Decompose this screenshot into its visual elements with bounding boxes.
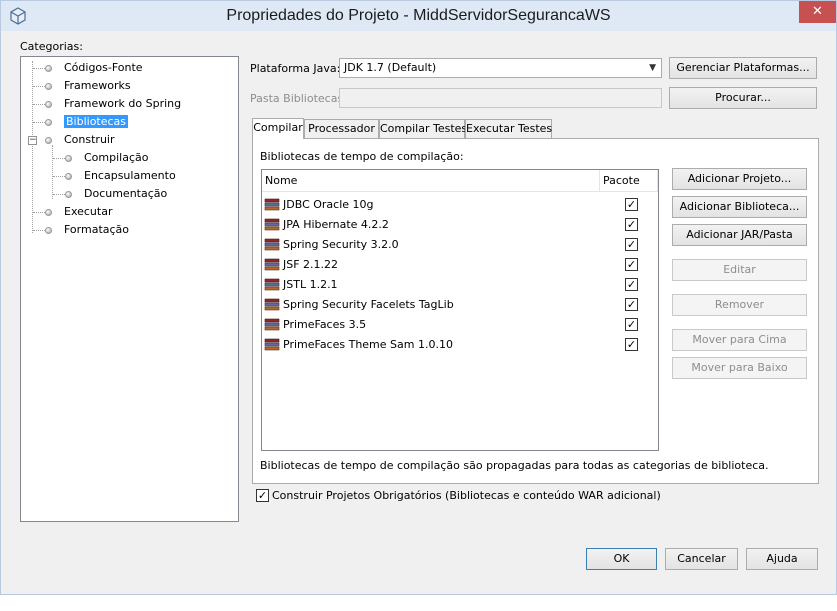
tree-connector [33, 230, 45, 231]
add-library-button[interactable]: Adicionar Biblioteca... [672, 196, 807, 218]
tab-compilar-testes[interactable]: Compilar Testes [379, 119, 467, 138]
table-row[interactable]: Spring Security 3.2.0 ✓ [263, 235, 657, 255]
libfolder-input[interactable] [339, 88, 662, 108]
library-name: Spring Security Facelets TagLib [283, 298, 454, 311]
tree-item-codigos-fonte[interactable]: Códigos-Fonte [45, 60, 143, 76]
table-row[interactable]: JSF 2.1.22 ✓ [263, 255, 657, 275]
library-books-icon [264, 318, 280, 331]
tree-item-executar[interactable]: Executar [45, 204, 113, 220]
tree-item-compilacao[interactable]: Compilação [65, 150, 148, 166]
browse-button[interactable]: Procurar... [669, 87, 817, 109]
table-row[interactable]: Spring Security Facelets TagLib ✓ [263, 295, 657, 315]
tree-connector [33, 104, 45, 105]
tree-connector [52, 145, 53, 199]
tree-connector [33, 68, 45, 69]
table-row[interactable]: JDBC Oracle 10g ✓ [263, 195, 657, 215]
table-row[interactable]: JPA Hibernate 4.2.2 ✓ [263, 215, 657, 235]
edit-button[interactable]: Editar [672, 259, 807, 281]
package-checkbox[interactable]: ✓ [625, 278, 638, 291]
library-books-icon [264, 218, 280, 231]
tree-node-icon [45, 136, 52, 144]
tree-item-construir[interactable]: Construir [45, 132, 115, 148]
project-properties-dialog: Propriedades do Projeto - MiddServidorSe… [0, 0, 837, 595]
tree-item-documentacao[interactable]: Documentação [65, 186, 167, 202]
libfolder-label: Pasta Bibliotecas: [250, 92, 347, 105]
tree-node-icon [45, 208, 52, 216]
tree-node-icon [65, 190, 72, 198]
collapse-toggle-icon[interactable]: − [28, 136, 37, 145]
library-name: JPA Hibernate 4.2.2 [283, 218, 389, 231]
library-books-icon [264, 298, 280, 311]
table-row[interactable]: PrimeFaces Theme Sam 1.0.10 ✓ [263, 335, 657, 355]
column-header-nome[interactable]: Nome [262, 170, 600, 192]
tree-connector [33, 122, 45, 123]
cancel-button[interactable]: Cancelar [665, 548, 738, 570]
tree-connector [53, 176, 65, 177]
help-button[interactable]: Ajuda [746, 548, 818, 570]
package-checkbox[interactable]: ✓ [625, 318, 638, 331]
library-books-icon [264, 198, 280, 211]
categories-label: Categorias: [20, 40, 83, 53]
close-icon: ✕ [812, 4, 823, 19]
tree-item-frameworks[interactable]: Frameworks [45, 78, 131, 94]
package-checkbox[interactable]: ✓ [625, 238, 638, 251]
move-up-button[interactable]: Mover para Cima [672, 329, 807, 351]
library-name: JSTL 1.2.1 [283, 278, 338, 291]
tree-item-encapsulamento[interactable]: Encapsulamento [65, 168, 176, 184]
tree-connector [53, 158, 65, 159]
package-checkbox[interactable]: ✓ [625, 198, 638, 211]
platform-select[interactable]: JDK 1.7 (Default) ▼ [339, 58, 662, 78]
table-row[interactable]: JSTL 1.2.1 ✓ [263, 275, 657, 295]
library-name: PrimeFaces Theme Sam 1.0.10 [283, 338, 453, 351]
table-row[interactable]: PrimeFaces 3.5 ✓ [263, 315, 657, 335]
tree-item-bibliotecas[interactable]: Bibliotecas [45, 114, 130, 130]
tree-connector [33, 212, 45, 213]
tab-compilar[interactable]: Compilar [252, 118, 304, 139]
library-books-icon [264, 278, 280, 291]
package-checkbox[interactable]: ✓ [625, 218, 638, 231]
package-checkbox[interactable]: ✓ [625, 338, 638, 351]
library-name: JDBC Oracle 10g [283, 198, 374, 211]
library-books-icon [264, 238, 280, 251]
libraries-table[interactable]: Nome Pacote JDBC Oracle 10g ✓ JPA Hibernat… [261, 169, 659, 451]
library-books-icon [264, 338, 280, 351]
propagation-note: Bibliotecas de tempo de compilação são p… [260, 459, 769, 472]
compile-libraries-label: Bibliotecas de tempo de compilação: [260, 150, 464, 163]
ok-button[interactable]: OK [586, 548, 657, 570]
library-name: JSF 2.1.22 [283, 258, 339, 271]
package-checkbox[interactable]: ✓ [625, 298, 638, 311]
window-title: Propriedades do Projeto - MiddServidorSe… [226, 7, 611, 24]
build-required-label: Construir Projetos Obrigatórios (Bibliot… [272, 489, 661, 502]
tree-connector [33, 86, 45, 87]
library-books-icon [264, 258, 280, 271]
tree-node-icon [45, 64, 52, 72]
add-project-button[interactable]: Adicionar Projeto... [672, 168, 807, 190]
close-button[interactable]: ✕ [799, 1, 836, 23]
platform-label: Plataforma Java: [250, 62, 341, 75]
library-name: Spring Security 3.2.0 [283, 238, 399, 251]
tree-connector [53, 194, 65, 195]
tree-item-framework-spring[interactable]: Framework do Spring [45, 96, 181, 112]
tab-processador[interactable]: Processador [304, 119, 379, 138]
package-checkbox[interactable]: ✓ [625, 258, 638, 271]
chevron-down-icon: ▼ [649, 63, 656, 73]
tree-node-icon [45, 118, 52, 126]
tree-node-icon [45, 82, 52, 90]
tree-node-icon [65, 154, 72, 162]
move-down-button[interactable]: Mover para Baixo [672, 357, 807, 379]
tree-node-icon [45, 226, 52, 234]
manage-platforms-button[interactable]: Gerenciar Plataformas... [669, 57, 817, 79]
tree-node-icon [45, 100, 52, 108]
build-required-checkbox[interactable]: ✓ [256, 489, 269, 502]
tree-node-icon [65, 172, 72, 180]
tab-executar-testes[interactable]: Executar Testes [465, 119, 552, 138]
library-name: PrimeFaces 3.5 [283, 318, 367, 331]
tree-item-formatacao[interactable]: Formatação [45, 222, 129, 238]
column-header-pacote[interactable]: Pacote [600, 170, 658, 192]
categories-tree[interactable]: Códigos-Fonte Frameworks Framework do Sp… [20, 56, 239, 522]
remove-button[interactable]: Remover [672, 294, 807, 316]
title-bar[interactable]: Propriedades do Projeto - MiddServidorSe… [1, 1, 836, 31]
add-jar-folder-button[interactable]: Adicionar JAR/Pasta [672, 224, 807, 246]
